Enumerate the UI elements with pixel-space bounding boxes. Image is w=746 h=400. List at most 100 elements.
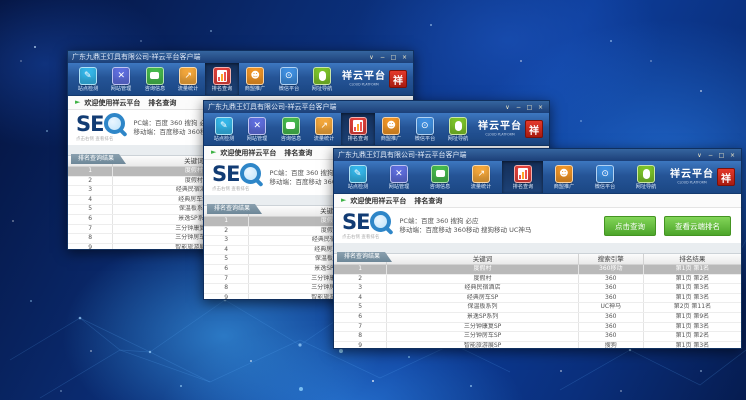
title-bar[interactable]: 广东九鼎王灯具有限公司-祥云平台客户端 ∨ − □ × [334, 149, 741, 161]
seo-logo-text: SE [212, 164, 239, 184]
toolbar-item-site-nav[interactable]: 网址导航 [626, 161, 667, 193]
table-row[interactable]: 4经典房车SP360第1页 第3名 [334, 293, 741, 303]
desktop: { "window": { "title": "广东九鼎王灯具有限公司-祥云平台… [0, 0, 746, 400]
magnifier-icon [104, 113, 125, 134]
brand-text: 祥云平台 CLOUD PLATFORM [670, 170, 714, 185]
table-row[interactable]: 8三分钟房车SP360第1页 第2名 [334, 332, 741, 342]
welcome-text: 欢迎使用祥云平台 [350, 196, 406, 206]
maximize-button[interactable]: □ [389, 53, 398, 62]
seo-logo-caption: 点击右侧 查看排名 [342, 234, 387, 239]
seo-logo-text: SE [342, 212, 369, 232]
cell-no: 2 [68, 176, 113, 186]
seo-logo-caption: 点击右侧 查看排名 [76, 136, 121, 141]
cell-no: 1 [334, 265, 387, 275]
toolbar-item-site-check[interactable]: ✎站点检测 [207, 113, 241, 145]
toolbar-item-label: 网址导航 [448, 136, 468, 141]
toolbar-item-consult-info[interactable]: 咨询信息 [274, 113, 308, 145]
toolbar-item-label: 咨询信息 [430, 184, 450, 189]
brand-name: 祥云平台 [342, 72, 386, 82]
toolbar-item-traffic-stats[interactable]: ↗流量统计 [172, 63, 206, 95]
toolbar-item-wechat[interactable]: ⊙微信平台 [272, 63, 306, 95]
title-bar[interactable]: 广东九鼎王灯具有限公司-祥云平台客户端 ∨ − □ × [68, 51, 413, 63]
toolbar-item-site-nav[interactable]: 网址导航 [442, 113, 476, 145]
cell-engine: 360 [578, 312, 643, 322]
seo-logo-text: SE [76, 114, 103, 134]
table-row[interactable]: 6景逸SP系列360第1页 第9名 [334, 312, 741, 322]
bar-chart-icon [514, 165, 532, 183]
toolbar-items: ✎站点检测✕网站管理咨询信息↗流量统计排名查询☻商盟推广⊙微信平台网址导航 [71, 63, 339, 95]
cell-no: 9 [68, 243, 113, 249]
toolbar-item-site-manage[interactable]: ✕网站管理 [378, 161, 419, 193]
close-button[interactable]: × [536, 103, 545, 112]
toolbar-item-union-promote[interactable]: ☻商盟推广 [375, 113, 409, 145]
magnifier-icon [240, 163, 261, 184]
table-row[interactable]: 3经典民宿酒店360第1页 第3名 [334, 284, 741, 294]
tab-rank-result[interactable]: 排名查询结果 [207, 204, 262, 214]
cell-keyword: 经典房车SP [387, 293, 578, 303]
table-row[interactable]: 9智能旅游展SP搜狗第1页 第3名 [334, 341, 741, 348]
toolbar-item-traffic-stats[interactable]: ↗流量统计 [308, 113, 342, 145]
gauge-icon: ⊙ [416, 117, 434, 135]
maximize-button[interactable]: □ [717, 151, 726, 160]
query-button[interactable]: 点击查询 [604, 216, 656, 236]
brand-subtitle: CLOUD PLATFORM [482, 132, 517, 136]
minimize-button[interactable]: − [706, 151, 715, 160]
toolbar-item-rank-query[interactable]: 排名查询 [205, 63, 239, 95]
title-bar[interactable]: 广东九鼎王灯具有限公司-祥云平台客户端 ∨ − □ × [204, 101, 549, 113]
cell-rank: 第1页 第2名 [643, 332, 741, 342]
brand-seal-icon: 祥 [717, 168, 735, 186]
brand-block: 祥云平台 CLOUD PLATFORM 祥 [667, 161, 738, 193]
bar-chart-icon [349, 117, 367, 135]
cell-no: 4 [68, 195, 113, 205]
toolbar-item-site-check[interactable]: ✎站点检测 [337, 161, 378, 193]
close-button[interactable]: × [400, 53, 409, 62]
cell-rank: 第1页 第3名 [643, 293, 741, 303]
skin-button[interactable]: ∨ [695, 151, 704, 160]
toolbar-item-wechat[interactable]: ⊙微信平台 [408, 113, 442, 145]
seo-logo-row: SE [342, 211, 391, 232]
minimize-button[interactable]: − [514, 103, 523, 112]
tab-rank-result[interactable]: 排名查询结果 [337, 252, 392, 262]
table-row[interactable]: 5保温板系列UC神马第2页 第11名 [334, 303, 741, 313]
skin-button[interactable]: ∨ [503, 103, 512, 112]
toolbar-item-site-check[interactable]: ✎站点检测 [71, 63, 105, 95]
brand-subtitle: CLOUD PLATFORM [346, 82, 381, 86]
close-button[interactable]: × [728, 151, 737, 160]
cell-rank: 第1页 第2名 [643, 274, 741, 284]
cell-no: 1 [68, 167, 113, 177]
chat-icon [282, 117, 300, 135]
skin-button[interactable]: ∨ [367, 53, 376, 62]
brand-seal-icon: 祥 [389, 70, 407, 88]
col-header-keyword: 关键词 [387, 254, 578, 265]
toolbar-item-consult-info[interactable]: 咨询信息 [138, 63, 172, 95]
cell-engine: 360 [578, 322, 643, 332]
toolbar-item-consult-info[interactable]: 咨询信息 [420, 161, 461, 193]
cell-keyword: 度假村 [387, 274, 578, 284]
toolbar-item-site-manage[interactable]: ✕网站管理 [241, 113, 275, 145]
cell-no: 4 [334, 293, 387, 303]
table-row[interactable]: 1度假村360移动第1页 第1名 [334, 265, 741, 275]
table-row[interactable]: 2度假村360第1页 第2名 [334, 274, 741, 284]
cell-keyword: 智能旅游展SP [387, 341, 578, 348]
gauge-icon: ⊙ [280, 67, 298, 85]
welcome-text: 欢迎使用祥云平台 [84, 98, 140, 108]
toolbar-item-wechat[interactable]: ⊙微信平台 [585, 161, 626, 193]
minimize-button[interactable]: − [378, 53, 387, 62]
cell-keyword: 景逸SP系列 [387, 312, 578, 322]
toolbar-item-rank-query[interactable]: 排名查询 [502, 161, 543, 193]
maximize-button[interactable]: □ [525, 103, 534, 112]
app-window-front[interactable]: 广东九鼎王灯具有限公司-祥云平台客户端 ∨ − □ × ✎站点检测✕网站管理咨询… [333, 148, 742, 349]
brand-subtitle: CLOUD PLATFORM [674, 180, 709, 184]
toolbar-item-site-manage[interactable]: ✕网站管理 [105, 63, 139, 95]
toolbar-item-traffic-stats[interactable]: ↗流量统计 [461, 161, 502, 193]
toolbar-item-site-nav[interactable]: 网址导航 [306, 63, 340, 95]
toolbar-item-union-promote[interactable]: ☻商盟推广 [239, 63, 273, 95]
toolbar-item-label: 流量统计 [314, 136, 334, 141]
tab-rank-result[interactable]: 排名查询结果 [71, 154, 126, 164]
table-row[interactable]: 7三分钟康复SP360第1页 第3名 [334, 322, 741, 332]
toolbar-item-union-promote[interactable]: ☻商盟推广 [543, 161, 584, 193]
banner-buttons: 点击查询 查看云端排名 [604, 216, 731, 236]
engine-info-pc: PC端：百度 360 搜狗 必应 [399, 217, 596, 226]
cloud-rank-button[interactable]: 查看云端排名 [664, 216, 731, 236]
toolbar-item-rank-query[interactable]: 排名查询 [341, 113, 375, 145]
